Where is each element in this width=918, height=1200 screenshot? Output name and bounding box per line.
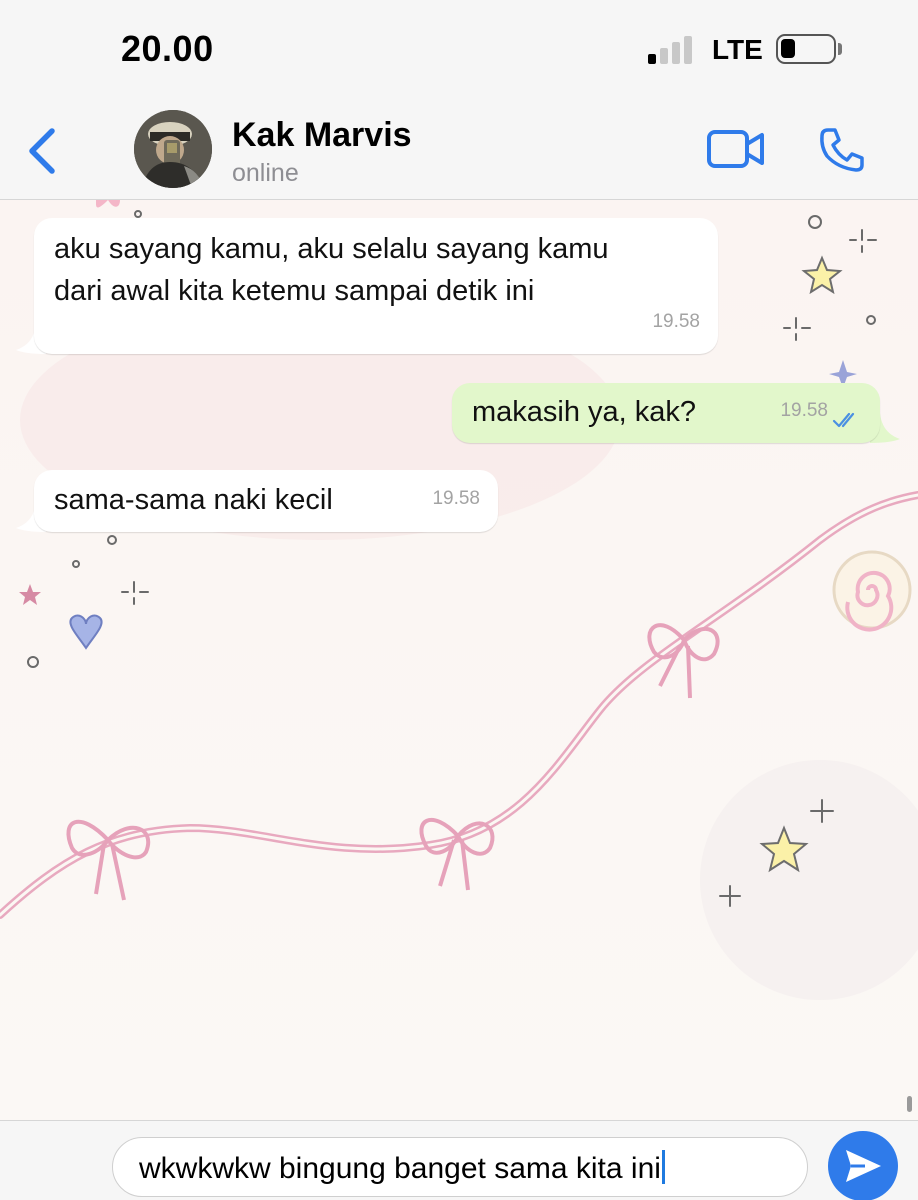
message-text: dari awal kita ketemu sampai detik ini [54,275,535,307]
avatar-photo [134,110,212,188]
scroll-indicator[interactable] [907,1096,912,1112]
message-incoming[interactable]: sama-sama naki kecil 19.58 [34,470,498,532]
battery-tip [838,43,842,55]
text-caret [661,1150,665,1184]
signal-strength-icon [648,36,694,64]
phone-icon [820,128,864,172]
back-button[interactable] [22,125,62,177]
video-camera-icon [707,130,764,168]
send-arrow-icon [846,1150,881,1182]
message-outgoing[interactable]: makasih ya, kak? 19.58 [452,383,880,443]
message-incoming[interactable]: aku sayang kamu, aku selalu sayang kamu … [34,218,718,354]
message-input[interactable]: wkwkwkw bingung banget sama kita ini [112,1137,808,1197]
message-time: 19.58 [652,311,700,332]
contact-name[interactable]: Kak Marvis [232,116,412,155]
status-time: 20.00 [121,28,214,69]
message-time: 19.58 [432,488,480,509]
read-ticks-icon [832,412,855,428]
chat-area[interactable]: aku sayang kamu, aku selalu sayang kamu … [0,200,918,1120]
message-input-value: wkwkwkw bingung banget sama kita ini [139,1152,661,1185]
chat-header: Kak Marvis online [0,100,918,200]
voice-call-button[interactable] [818,126,866,174]
message-text: sama-sama naki kecil [54,484,333,516]
status-bar: 20.00 LTE [0,0,918,100]
message-text: makasih ya, kak? [472,396,697,428]
video-call-button[interactable] [706,128,766,170]
send-button[interactable] [828,1131,898,1200]
contact-status: online [232,159,299,187]
input-bar: wkwkwkw bingung banget sama kita ini [0,1120,918,1200]
chevron-left-icon [29,128,55,174]
message-time: 19.58 [780,400,828,421]
network-type: LTE [712,34,763,65]
battery-icon [776,34,836,64]
message-text: aku sayang kamu, aku selalu sayang kamu [54,233,609,265]
avatar[interactable] [134,110,212,188]
